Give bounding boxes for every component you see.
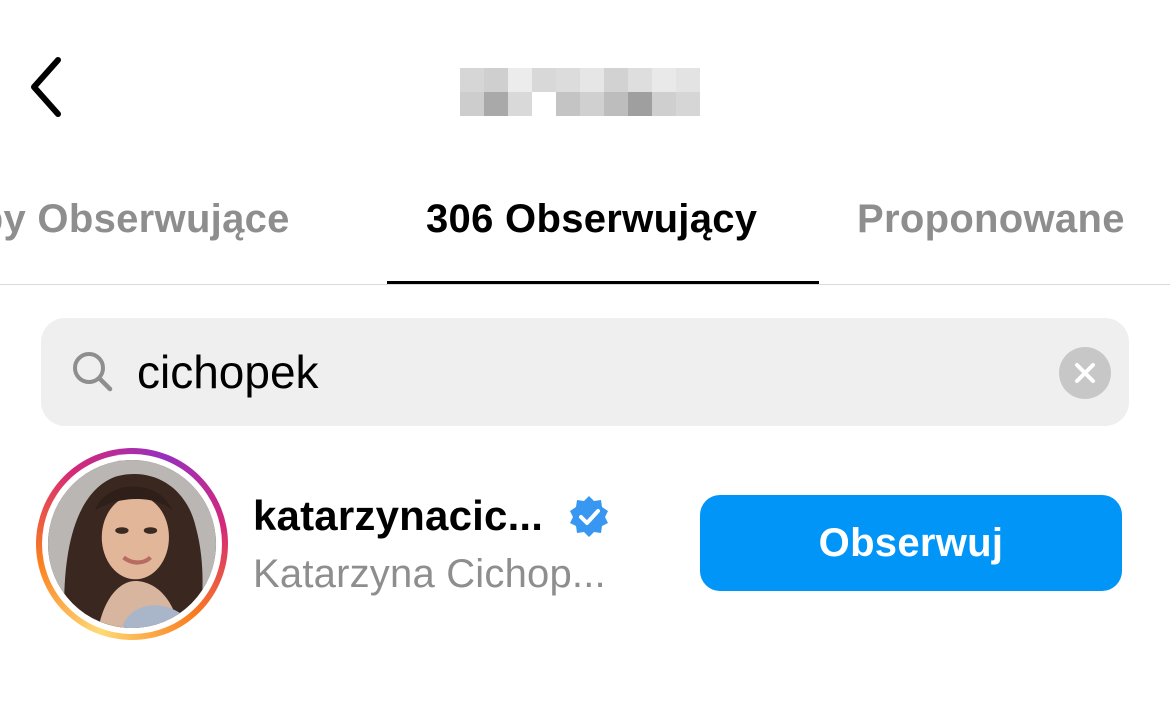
clear-icon [1075, 363, 1095, 383]
username[interactable]: katarzynacic... [253, 492, 543, 540]
tab-suggested[interactable]: Proponowane [857, 194, 1125, 244]
follow-button[interactable]: Obserwuj [700, 495, 1122, 591]
active-tab-indicator [387, 281, 819, 284]
clear-search-button[interactable] [1059, 347, 1111, 399]
search-input[interactable] [137, 340, 1037, 404]
story-ring[interactable] [36, 448, 228, 640]
list-item[interactable]: katarzynacic... Katarzyna Cichop... Obse… [0, 440, 1170, 650]
verified-badge-icon [570, 496, 609, 537]
search-bar [41, 318, 1129, 426]
chevron-left-icon [31, 57, 61, 117]
full-name: Katarzyna Cichop... [253, 552, 606, 596]
avatar [48, 460, 216, 628]
tab-bar: oby Obserwujące 306 Obserwujący Proponow… [0, 150, 1170, 285]
tab-followers[interactable]: 306 Obserwujący [426, 194, 757, 244]
search-icon [73, 352, 113, 392]
followers-screen: oby Obserwujące 306 Obserwujący Proponow… [0, 0, 1170, 728]
tab-following[interactable]: oby Obserwujące [0, 194, 290, 244]
back-button[interactable] [22, 54, 70, 120]
profile-name-redacted [460, 68, 700, 116]
